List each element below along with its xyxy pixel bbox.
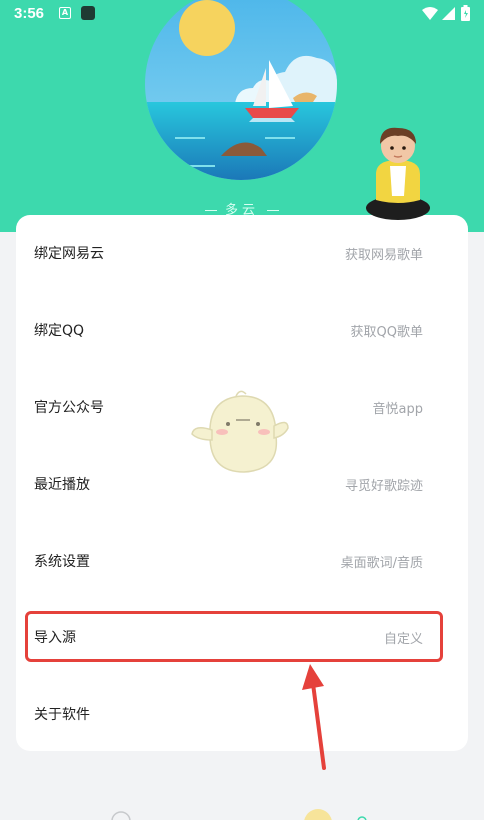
wifi-icon (422, 7, 438, 20)
signal-icon (442, 7, 455, 20)
battery-icon (461, 5, 470, 21)
menu-item-label: 绑定QQ (34, 323, 85, 339)
menu-item-label: 官方公众号 (34, 400, 104, 416)
menu-item-label: 绑定网易云 (34, 246, 104, 262)
menu-item-value: 桌面歌词/音质 (340, 555, 423, 571)
sun-icon (179, 0, 235, 56)
menu-card: 绑定网易云 获取网易歌单 绑定QQ 获取QQ歌单 官方公众号 音悦app 最近播… (16, 215, 468, 751)
status-time: 3:56 (14, 5, 45, 22)
menu-item-label: 关于软件 (34, 707, 90, 723)
menu-item-bind-qq[interactable]: 绑定QQ 获取QQ歌单 (16, 292, 468, 368)
menu-item-value: 获取网易歌单 (344, 247, 423, 263)
menu-item-value: 获取QQ歌单 (350, 324, 423, 340)
menu-item-value: 自定义 (383, 631, 423, 647)
notification-app-icon (81, 6, 95, 20)
menu-item-value: 音悦app (372, 401, 423, 417)
menu-item-label: 导入源 (34, 630, 76, 646)
user-avatar-figure[interactable] (362, 126, 434, 226)
mascot-watermark (191, 390, 289, 473)
menu-item-import-source[interactable]: 导入源 自定义 (16, 599, 468, 675)
bottom-nav-partial (111, 809, 367, 820)
menu-item-bind-netease[interactable]: 绑定网易云 获取网易歌单 (16, 215, 468, 291)
menu-item-label: 系统设置 (34, 554, 90, 570)
notification-a-icon: A (59, 7, 71, 19)
menu-item-system-settings[interactable]: 系统设置 桌面歌词/音质 (16, 523, 468, 599)
menu-item-label: 最近播放 (34, 477, 90, 493)
menu-item-value: 寻觅好歌踪迹 (344, 478, 423, 494)
arrow-annotation-icon (302, 664, 326, 770)
menu-item-about[interactable]: 关于软件 (16, 676, 468, 752)
